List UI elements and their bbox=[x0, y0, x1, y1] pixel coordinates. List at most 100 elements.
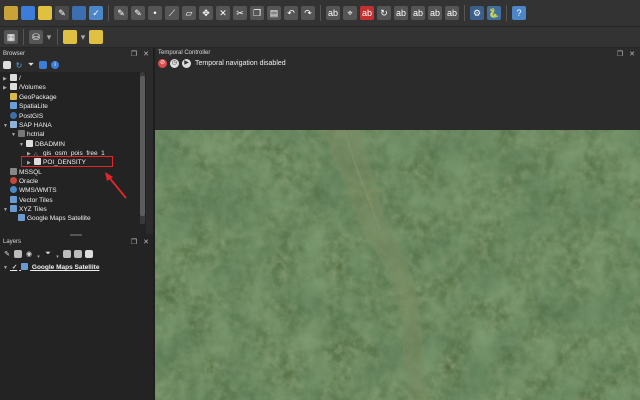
tree-item-hctrial[interactable]: ▼ hctrial bbox=[11, 130, 44, 139]
db-manager-icon[interactable]: ⛁ bbox=[29, 30, 43, 44]
layer-item[interactable]: ▼ ✓ Google Maps Satellite bbox=[3, 263, 99, 272]
grid-icon bbox=[18, 214, 25, 221]
tree-item-wms[interactable]: WMS/WMTS bbox=[3, 186, 57, 195]
rotate-label-icon[interactable]: ↻ bbox=[377, 6, 391, 20]
redo-icon[interactable]: ↷ bbox=[301, 6, 315, 20]
tree-item-root[interactable]: ▶ / bbox=[3, 74, 21, 83]
xyz-layer-icon bbox=[21, 263, 29, 270]
change-label-icon[interactable]: ab bbox=[411, 6, 425, 20]
expand-all-icon[interactable] bbox=[63, 250, 71, 258]
fixed-range-icon[interactable]: ◷ bbox=[170, 59, 179, 68]
annotation-arrow-icon bbox=[105, 172, 127, 199]
digitize-toggle-icon[interactable]: ▦ bbox=[4, 30, 18, 44]
label-tool-icon[interactable]: ab bbox=[326, 6, 340, 20]
save-layer-icon[interactable] bbox=[72, 6, 86, 20]
tree-item-geopackage[interactable]: GeoPackage bbox=[3, 93, 57, 102]
scrollbar-thumb[interactable] bbox=[140, 76, 145, 216]
close-panel-icon[interactable]: ✕ bbox=[141, 238, 151, 248]
cut-icon[interactable]: ✂ bbox=[233, 6, 247, 20]
highlight-layer-icon[interactable] bbox=[63, 30, 77, 44]
label-props-icon[interactable]: ab bbox=[445, 6, 459, 20]
collapse-arrow-icon[interactable]: ▼ bbox=[3, 264, 10, 273]
tree-item-label: XYZ Tiles bbox=[19, 206, 47, 213]
move-feature-icon[interactable]: ✥ bbox=[199, 6, 213, 20]
show-hide-labels-icon[interactable]: ab bbox=[428, 6, 442, 20]
label-highlight-icon[interactable]: ab bbox=[360, 6, 374, 20]
tree-item-xyz-tiles[interactable]: ▼ XYZ Tiles bbox=[3, 205, 47, 214]
float-panel-icon[interactable]: ❐ bbox=[129, 50, 139, 60]
map-canvas[interactable] bbox=[155, 130, 640, 400]
temporal-controller-panel: Temporal Controller ❐ ✕ ⊘ ◷ ▶ Temporal n… bbox=[155, 48, 640, 130]
close-panel-icon[interactable]: ✕ bbox=[141, 50, 151, 60]
tree-item-oracle[interactable]: Oracle bbox=[3, 177, 38, 186]
add-group-icon[interactable] bbox=[14, 250, 22, 258]
expand-arrow-icon[interactable]: ▶ bbox=[3, 84, 10, 93]
collapse-all-icon[interactable] bbox=[39, 61, 47, 69]
spatialite-icon bbox=[10, 102, 17, 109]
collapse-arrow-icon[interactable]: ▼ bbox=[3, 206, 10, 215]
refresh-icon[interactable]: ↻ bbox=[15, 61, 23, 70]
collapse-arrow-icon[interactable]: ▼ bbox=[11, 131, 18, 140]
dropdown-arrow-icon[interactable]: ▾ bbox=[36, 250, 41, 264]
tree-item-label: hctrial bbox=[27, 131, 45, 138]
add-layer-icon[interactable] bbox=[38, 6, 52, 20]
pin-labels-icon[interactable]: ⌖ bbox=[343, 6, 357, 20]
toolbar-separator bbox=[464, 5, 465, 21]
edit-vertex-icon[interactable]: ✎ bbox=[131, 6, 145, 20]
dropdown-arrow-icon[interactable]: ▾ bbox=[55, 250, 60, 264]
satellite-imagery bbox=[155, 130, 640, 400]
dropdown-arrow-icon[interactable]: ▾ bbox=[80, 30, 86, 44]
collapse-arrow-icon[interactable]: ▼ bbox=[3, 122, 10, 131]
temporal-title: Temporal Controller bbox=[158, 50, 211, 56]
python-console-icon[interactable]: 🐍 bbox=[487, 6, 501, 20]
dropdown-arrow-icon[interactable]: ▾ bbox=[46, 30, 52, 44]
tree-item-postgis[interactable]: PostGIS bbox=[3, 112, 43, 121]
tree-item-mssql[interactable]: MSSQL bbox=[3, 168, 42, 177]
tree-item-vector-tiles[interactable]: Vector Tiles bbox=[3, 196, 53, 205]
remove-layer-icon[interactable] bbox=[85, 250, 93, 258]
field-calc-icon[interactable]: ✓ bbox=[89, 6, 103, 20]
browser-title: Browser bbox=[3, 51, 26, 57]
add-line-icon[interactable]: ⟋ bbox=[165, 6, 179, 20]
move-label-icon[interactable]: ab bbox=[394, 6, 408, 20]
disable-navigation-icon[interactable]: ⊘ bbox=[158, 59, 167, 68]
schema-icon bbox=[26, 140, 33, 147]
paste-icon[interactable]: ▤ bbox=[267, 6, 281, 20]
info-icon[interactable]: i bbox=[51, 61, 59, 69]
tree-item-spatialite[interactable]: SpatiaLite bbox=[3, 102, 48, 111]
tree-item-google-maps[interactable]: Google Maps Satellite bbox=[11, 214, 91, 223]
delete-feature-icon[interactable]: ✕ bbox=[216, 6, 230, 20]
open-project-icon[interactable] bbox=[4, 6, 18, 20]
help-icon[interactable]: ? bbox=[512, 6, 526, 20]
layer-styling-icon[interactable] bbox=[21, 6, 35, 20]
undo-icon[interactable]: ↶ bbox=[284, 6, 298, 20]
tree-item-label: SAP HANA bbox=[19, 122, 52, 129]
add-point-icon[interactable]: • bbox=[148, 6, 162, 20]
collapse-arrow-icon[interactable]: ▼ bbox=[19, 141, 26, 150]
add-selected-icon[interactable] bbox=[3, 61, 11, 69]
tree-item-sap-hana[interactable]: ▼ SAP HANA bbox=[3, 121, 52, 130]
database-icon bbox=[18, 130, 25, 137]
panel-resize-handle[interactable] bbox=[70, 234, 82, 236]
animated-navigation-icon[interactable]: ▶ bbox=[182, 59, 191, 68]
tree-item-dbadmin[interactable]: ▼ DBADMIN bbox=[19, 140, 65, 149]
tree-item-label: Vector Tiles bbox=[19, 197, 53, 204]
digitize-icon[interactable]: ✎ bbox=[114, 6, 128, 20]
tree-item-label: MSSQL bbox=[19, 169, 42, 176]
visibility-icon[interactable]: ◉ bbox=[25, 250, 33, 258]
browser-scrollbar[interactable] bbox=[140, 72, 145, 224]
add-polygon-icon[interactable]: ▱ bbox=[182, 6, 196, 20]
layer-checkbox[interactable]: ✓ bbox=[12, 264, 17, 271]
copy-icon[interactable]: ❐ bbox=[250, 6, 264, 20]
style-icon[interactable]: ✎ bbox=[3, 250, 11, 258]
filter-icon[interactable]: ⏷ bbox=[27, 60, 35, 69]
close-panel-icon[interactable]: ✕ bbox=[627, 50, 637, 60]
collapse-all-icon[interactable] bbox=[74, 250, 82, 258]
filter-icon[interactable]: ⏷ bbox=[44, 250, 52, 258]
tree-item-volumes[interactable]: ▶ /Volumes bbox=[3, 83, 46, 92]
select-icon[interactable] bbox=[89, 30, 103, 44]
float-panel-icon[interactable]: ❐ bbox=[129, 238, 139, 248]
plugin-icon[interactable]: ⚙ bbox=[470, 6, 484, 20]
pencil-icon[interactable]: ✎ bbox=[55, 6, 69, 20]
float-panel-icon[interactable]: ❐ bbox=[615, 50, 625, 60]
